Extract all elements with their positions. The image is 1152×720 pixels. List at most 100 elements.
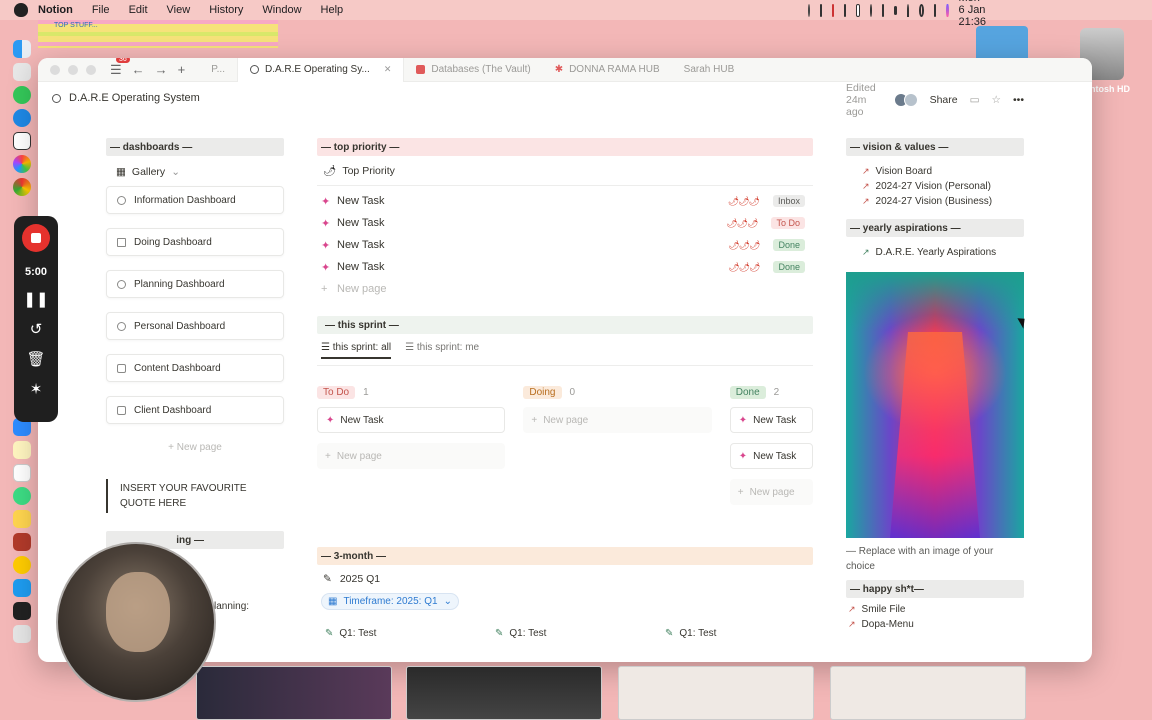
tab-this-sprint-all[interactable]: ☰ this sprint: all [321, 342, 392, 359]
control-center-icon[interactable] [934, 3, 937, 17]
status-badge[interactable]: Inbox [772, 195, 805, 207]
menu-window[interactable]: Window [262, 4, 301, 16]
reminders-icon[interactable] [13, 556, 31, 574]
share-button[interactable]: Share [930, 94, 958, 106]
task-row[interactable]: ✦ New Task 🌶🌶🌶 Done [317, 234, 813, 256]
wifi-icon[interactable] [907, 3, 910, 17]
play-icon[interactable] [869, 3, 872, 17]
trash-icon[interactable] [13, 625, 31, 643]
tab-donna-rama-hub[interactable]: ✱ DONNA RAMA HUB [543, 58, 672, 82]
android-icon[interactable] [13, 487, 31, 505]
new-tab-plus-icon[interactable]: + [178, 62, 186, 77]
quarter-card[interactable]: ✎ Q1: Test [487, 620, 639, 646]
launchpad-icon[interactable] [13, 63, 31, 81]
link-smile-file[interactable]: ↗ Smile File [846, 602, 1024, 617]
card-doing-dashboard[interactable]: Doing Dashboard [106, 228, 284, 256]
link-vision-personal[interactable]: ↗ 2024-27 Vision (Personal) [846, 179, 1024, 194]
battery-icon[interactable] [893, 5, 898, 15]
sidebar-toggle-button[interactable]: ☰ 36 [110, 58, 130, 78]
card-client-dashboard[interactable]: Client Dashboard [106, 396, 284, 424]
menu-view[interactable]: View [167, 4, 191, 16]
task-row[interactable]: ✦ New Task 🌶🌶🌶 Done [317, 256, 813, 278]
clock[interactable]: Mon 6 Jan 21:36 [959, 0, 987, 28]
menu-help[interactable]: Help [321, 4, 344, 16]
new-page-button[interactable]: + New page [729, 479, 813, 505]
card-content-dashboard[interactable]: Content Dashboard [106, 354, 284, 382]
pencil-app-icon[interactable] [13, 441, 31, 459]
quote-block[interactable]: INSERT YOUR FAVOURITE QUOTE HERE [106, 479, 256, 513]
card-personal-dashboard[interactable]: Personal Dashboard [106, 312, 284, 340]
restart-icon[interactable]: ↺ [30, 322, 43, 338]
terminal-icon[interactable] [13, 602, 31, 620]
tab-databases-vault[interactable]: Databases (The Vault) [404, 58, 542, 82]
tab-sarah-hub[interactable]: Sarah HUB [672, 58, 747, 82]
close-window-button[interactable] [50, 64, 60, 75]
task-row[interactable]: ✦ New Task 🌶🌶🌶 To Do [317, 212, 813, 234]
quarter-card[interactable]: ✎ Q1: Test [317, 620, 469, 646]
more-icon[interactable]: ••• [1013, 94, 1024, 106]
apple-icon[interactable] [14, 3, 28, 17]
new-page-button[interactable]: + New page [317, 443, 506, 469]
messages-icon[interactable] [13, 86, 31, 104]
sticky-note[interactable]: TOP STUFF... [38, 20, 278, 48]
new-page-button[interactable]: + New page [523, 407, 712, 433]
quarter-title[interactable]: ✎ 2025 Q1 [317, 565, 813, 593]
breadcrumb[interactable]: D.A.R.E Operating System [52, 92, 200, 104]
thumbnail-window[interactable] [618, 666, 814, 720]
thumbnail-window[interactable] [196, 666, 392, 720]
bolt-icon[interactable] [832, 3, 835, 17]
pause-icon[interactable]: ❚❚ [23, 292, 48, 308]
notes-icon[interactable] [13, 510, 31, 528]
link-vision-business[interactable]: ↗ 2024-27 Vision (Business) [846, 194, 1024, 209]
safari-icon[interactable] [13, 109, 31, 127]
finder-icon[interactable] [13, 40, 31, 58]
notion-app-icon[interactable] [13, 132, 31, 150]
menu-file[interactable]: File [92, 4, 110, 16]
tab-p[interactable]: P... [199, 58, 237, 82]
tab-this-sprint-me[interactable]: ☰ this sprint: me [405, 342, 479, 359]
minimize-window-button[interactable] [68, 64, 78, 75]
stop-recording-button[interactable] [22, 224, 50, 252]
menu-history[interactable]: History [209, 4, 243, 16]
new-page-button[interactable]: + New page [317, 278, 813, 300]
app-store-icon[interactable] [13, 579, 31, 597]
link-vision-board[interactable]: ↗ Vision Board [846, 164, 1024, 179]
card-planning-dashboard[interactable]: Planning Dashboard [106, 270, 284, 298]
grid-icon[interactable] [820, 3, 823, 17]
tab-dare-operating-system[interactable]: D.A.R.E Operating Sy... ✕ [236, 58, 405, 82]
status-badge[interactable]: Done [773, 261, 805, 273]
star-icon[interactable]: ☆ [992, 94, 1001, 106]
forward-arrow-icon[interactable]: → [155, 62, 168, 77]
thumbnail-window[interactable] [406, 666, 602, 720]
board-card[interactable]: ✦ New Task [729, 407, 813, 433]
card-information-dashboard[interactable]: Information Dashboard [106, 186, 284, 214]
photos-icon[interactable] [13, 155, 31, 173]
back-arrow-icon[interactable]: ← [132, 62, 145, 77]
calendar-icon[interactable] [13, 464, 31, 482]
a-icon[interactable] [844, 3, 847, 17]
siri-icon[interactable] [946, 3, 949, 17]
dictionary-icon[interactable] [13, 533, 31, 551]
thumbnail-window[interactable] [830, 666, 1026, 720]
timeframe-filter[interactable]: ▦ Timeframe: 2025: Q1 ⌄ [321, 593, 459, 610]
search-icon[interactable] [919, 3, 925, 17]
menu-app-name[interactable]: Notion [38, 4, 73, 16]
notion-icon[interactable] [856, 3, 860, 17]
top-priority-view[interactable]: 🌶 Top Priority [317, 156, 813, 186]
gallery-view-selector[interactable]: ▦ Gallery ⌄ [106, 156, 284, 186]
close-tab-icon[interactable]: ✕ [384, 64, 392, 75]
link-dopa-menu[interactable]: ↗ Dopa-Menu [846, 617, 1024, 632]
board-card[interactable]: ✦ New Task [729, 443, 813, 469]
link-icon[interactable] [881, 3, 884, 17]
task-row[interactable]: ✦ New Task 🌶🌶🌶 Inbox [317, 190, 813, 212]
folder-icon[interactable] [976, 26, 1028, 62]
collaborator-avatars[interactable] [893, 93, 918, 107]
trash-icon[interactable]: 🗑 [26, 352, 45, 368]
zoom-window-button[interactable] [86, 64, 96, 75]
hallway-image[interactable] [846, 272, 1024, 538]
status-badge[interactable]: Done [773, 239, 805, 251]
new-page-button[interactable]: + New page [106, 438, 284, 457]
status-badge[interactable]: To Do [771, 217, 805, 229]
chrome-icon[interactable] [13, 178, 31, 196]
gear-icon[interactable] [808, 3, 811, 17]
